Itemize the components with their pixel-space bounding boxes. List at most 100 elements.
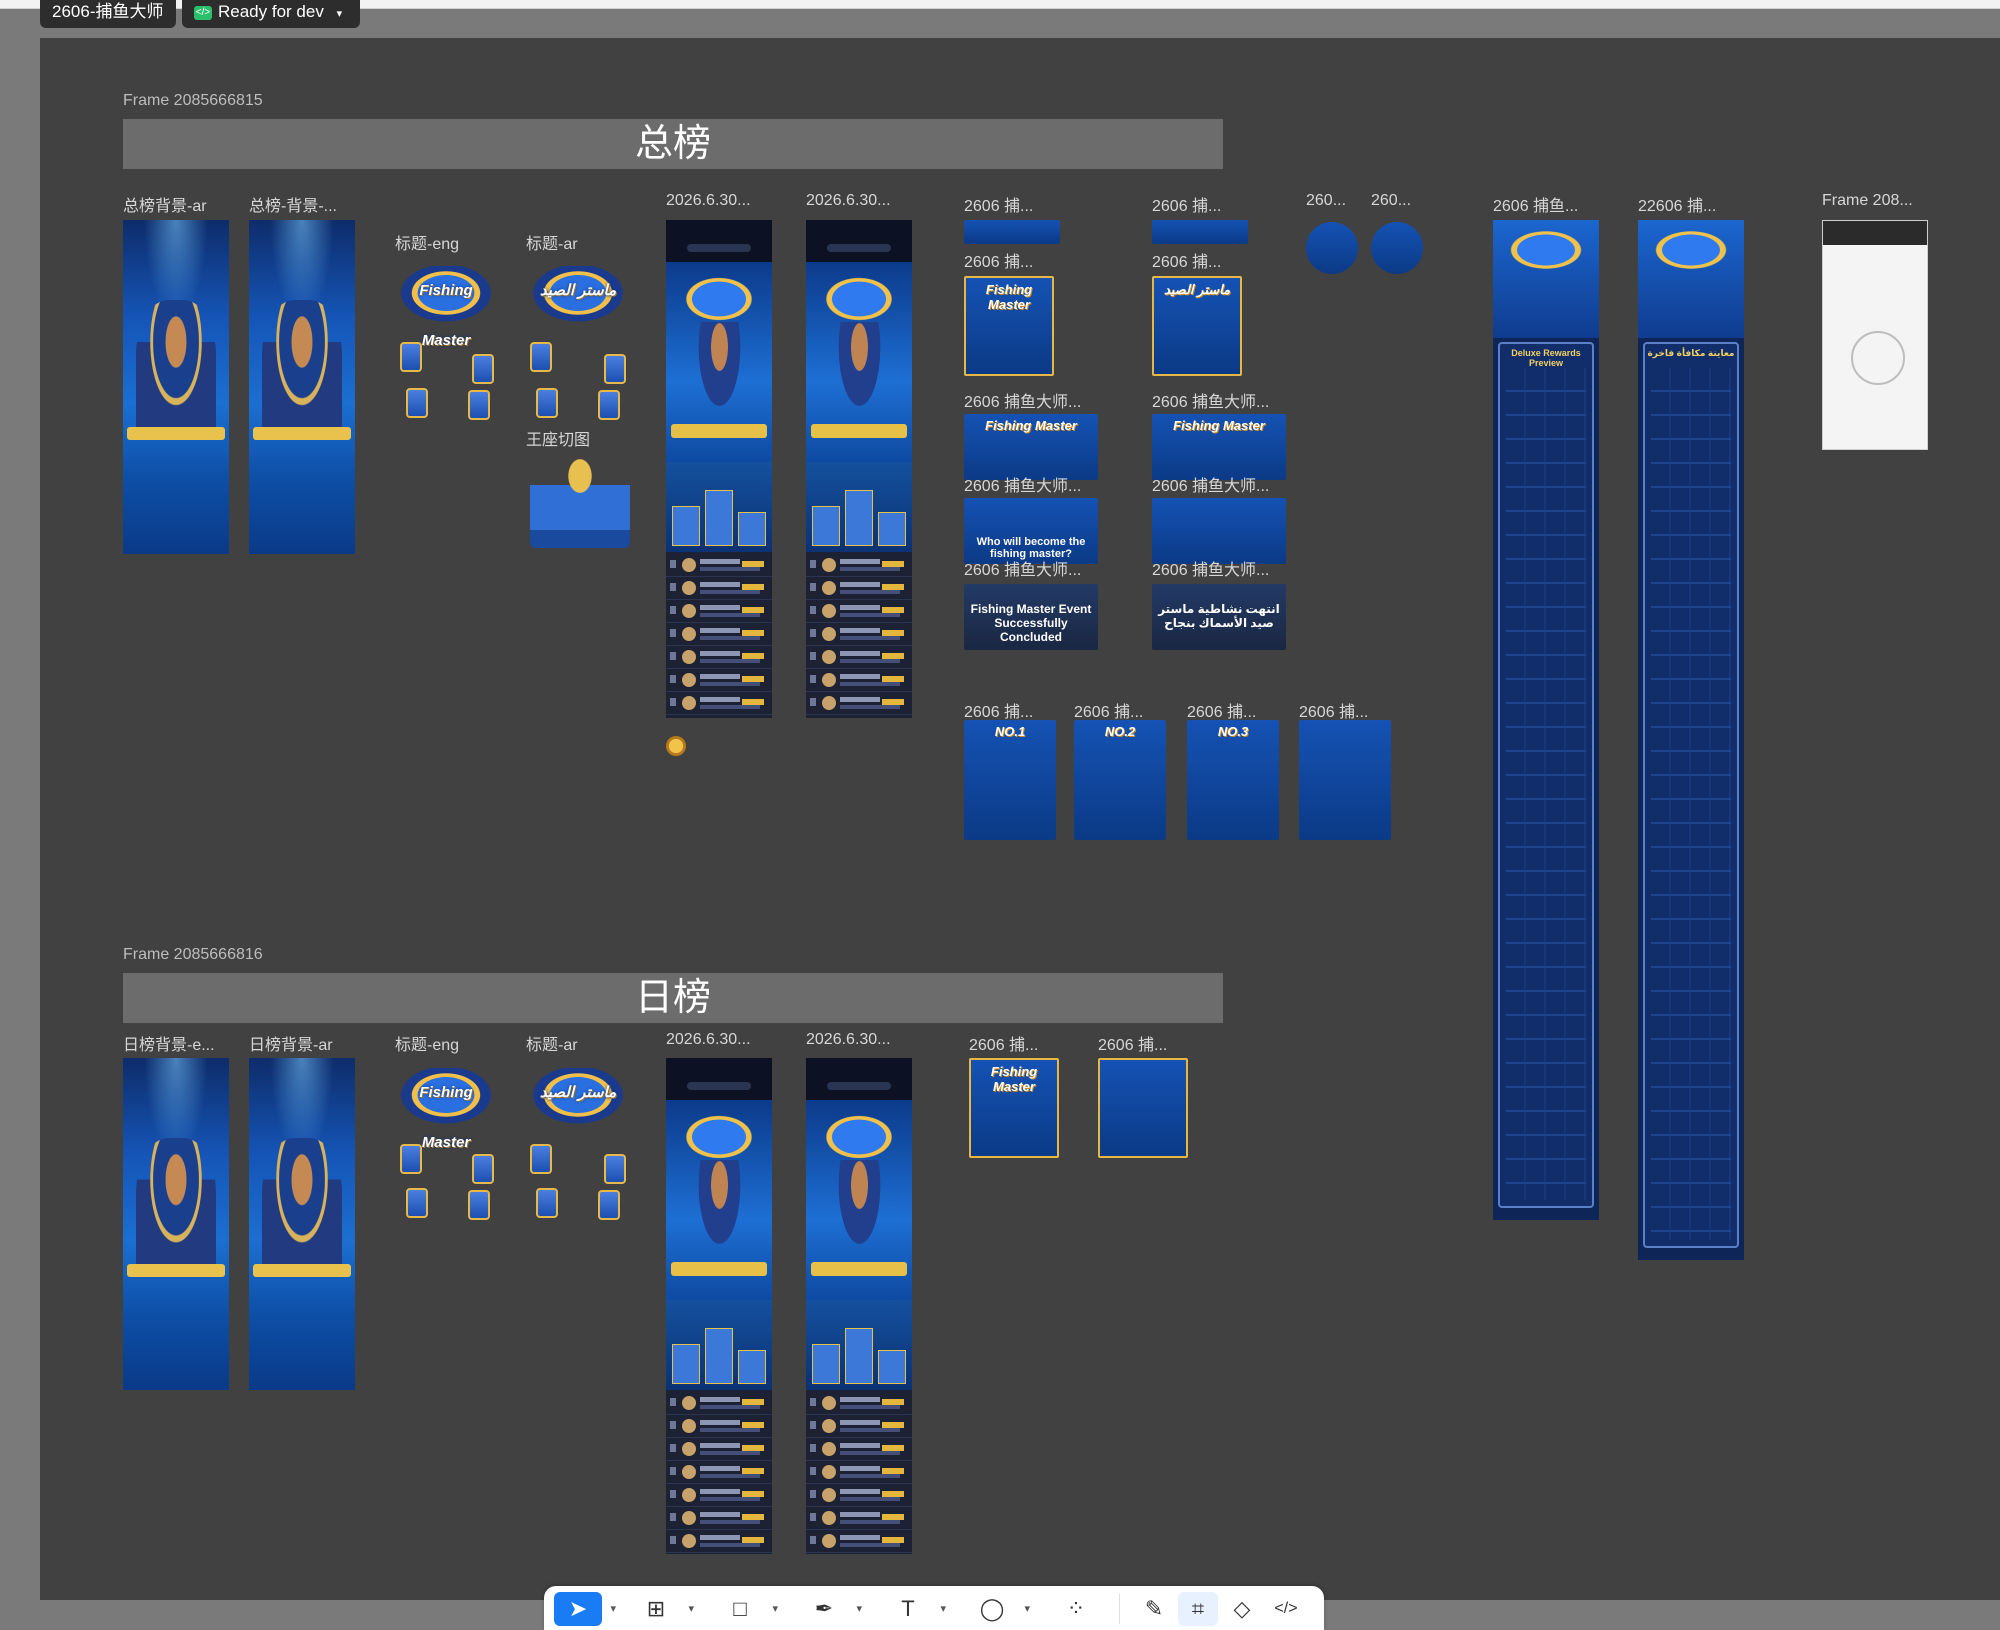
title-art-eng[interactable]: Fishing Master [394,266,498,349]
frame-label[interactable]: Frame 2085666816 [123,946,263,964]
phone-mockup[interactable] [806,1058,912,1554]
layer-label[interactable]: 总榜背景-ar [123,192,233,216]
layer-label[interactable]: 22606 捕... [1638,192,1738,216]
layer-label[interactable]: 2606 捕... [969,1031,1065,1055]
teaser-art[interactable]: Who will become the fishing master? [964,498,1098,564]
reward-card[interactable] [472,354,494,384]
layer-label[interactable]: 2606 捕... [1187,698,1283,722]
title-art-eng[interactable]: Fishing Master [394,1068,498,1151]
concluded-art[interactable]: انتهت نشاطية ماستر صيد الأسماك بنجاح [1152,584,1286,650]
layer-label[interactable]: 2606 捕... [1152,192,1242,216]
reward-card[interactable] [400,1144,422,1174]
layer-label[interactable]: 2026.6.30... [666,192,766,210]
reward-card[interactable] [604,1154,626,1184]
chevron-down-icon[interactable]: ▾ [1024,1592,1030,1626]
layer-label[interactable]: 2606 捕鱼大师... [964,556,1104,580]
reward-card[interactable] [400,342,422,372]
reward-card[interactable] [598,390,620,420]
avatar-art[interactable] [1306,222,1358,274]
layer-label[interactable]: 2026.6.30... [666,1031,766,1049]
title-art-ar[interactable]: ماستر الصيد [526,1068,630,1128]
teaser-art[interactable] [1152,498,1286,564]
layer-label[interactable]: 2606 捕... [1098,1031,1194,1055]
layer-label[interactable]: 标题-ar [526,1031,578,1055]
frame-label[interactable]: Frame 2085666815 [123,92,263,110]
layer-label[interactable]: 日榜背景-ar [249,1031,359,1055]
layer-label[interactable]: 2606 捕... [964,248,1054,272]
dev-mode[interactable]: </> [1266,1592,1306,1626]
layer-label[interactable]: Frame 208... [1822,192,1932,210]
rewards-page-ar[interactable]: معاينة مكافأة فاخرة [1638,220,1744,1260]
phone-mockup[interactable] [806,220,912,718]
text-tool[interactable]: T ▾ [884,1592,946,1626]
layer-label[interactable]: 2606 捕鱼大师... [1152,472,1292,496]
design-mode[interactable]: ⌗ [1178,1592,1218,1626]
phone-mockup[interactable] [666,1058,772,1554]
background-art[interactable] [123,220,229,554]
popup-art[interactable] [1098,1058,1188,1158]
throne-slice[interactable] [530,458,630,548]
phone-mockup[interactable] [666,220,772,718]
section-banner[interactable]: 日榜 [123,973,1223,1023]
banner-art[interactable]: Fishing Master [1152,414,1286,480]
layer-label[interactable]: 2606 捕鱼大师... [1152,388,1292,412]
reward-card[interactable] [536,388,558,418]
popup-art[interactable]: Fishing Master [964,276,1054,376]
chevron-down-icon[interactable]: ▾ [688,1592,694,1626]
layer-label[interactable]: 标题-eng [395,1031,459,1055]
layer-label[interactable]: 2606 捕... [1074,698,1170,722]
chevron-down-icon[interactable]: ▾ [856,1592,862,1626]
reward-card[interactable] [406,1188,428,1218]
popup-art[interactable]: Fishing Master [969,1058,1059,1158]
prototype-mode[interactable]: ◇ [1222,1592,1262,1626]
layer-label[interactable]: 王座切图 [526,426,590,450]
layer-label[interactable]: 2606 捕... [964,698,1060,722]
reward-card[interactable] [472,1154,494,1184]
frame-tool[interactable]: ⊞ ▾ [632,1592,694,1626]
layer-label[interactable]: 日榜背景-e... [123,1031,233,1055]
status-chip[interactable]: </> Ready for dev ▾ [182,0,360,28]
coin-icon[interactable] [666,736,686,756]
reward-card[interactable] [530,342,552,372]
title-art-ar[interactable]: ماستر الصيد [526,266,630,326]
shape-tool[interactable]: □ ▾ [716,1592,778,1626]
strip-banner[interactable] [1152,220,1248,244]
file-name-chip[interactable]: 2606-捕鱼大师 [40,0,176,28]
rank-card[interactable]: NO.3 [1187,720,1279,840]
layer-label[interactable]: 2606 捕鱼... [1493,192,1593,216]
layer-label[interactable]: 2606 捕鱼大师... [964,472,1104,496]
device-mockup[interactable] [1822,220,1928,450]
chevron-down-icon[interactable]: ▾ [610,1592,616,1626]
layer-label[interactable]: 2606 捕... [964,192,1054,216]
chevron-down-icon[interactable]: ▾ [940,1592,946,1626]
layer-label[interactable]: 标题-ar [526,230,578,254]
rank-card[interactable]: NO.2 [1074,720,1166,840]
reward-card[interactable] [530,1144,552,1174]
layer-label[interactable]: 总榜-背景-... [249,192,359,216]
comment-tool[interactable]: ◯ ▾ [968,1592,1030,1626]
move-tool[interactable]: ➤ ▾ [554,1592,616,1626]
layer-label[interactable]: 2606 捕... [1299,698,1395,722]
reward-card[interactable] [406,388,428,418]
popup-art[interactable]: ماستر الصيد [1152,276,1242,376]
layer-label[interactable]: 2606 捕鱼大师... [964,388,1104,412]
layer-label[interactable]: 2606 捕鱼大师... [1152,556,1292,580]
reward-card[interactable] [536,1188,558,1218]
section-banner[interactable]: 总榜 [123,119,1223,169]
actions-tool[interactable]: ⁘ [1052,1592,1100,1626]
concluded-art[interactable]: Fishing Master Event Successfully Conclu… [964,584,1098,650]
pen-tool[interactable]: ✒ ▾ [800,1592,862,1626]
banner-art[interactable]: Fishing Master [964,414,1098,480]
rank-card[interactable]: NO.1 [964,720,1056,840]
layer-label[interactable]: 标题-eng [395,230,459,254]
background-art[interactable] [249,1058,355,1390]
design-canvas[interactable]: Frame 2085666815 总榜 总榜背景-ar 总榜-背景-... 标题… [40,38,2000,1600]
layer-label[interactable]: 2026.6.30... [806,1031,906,1049]
reward-card[interactable] [468,390,490,420]
background-art[interactable] [123,1058,229,1390]
reward-card[interactable] [604,354,626,384]
rank-card[interactable] [1299,720,1391,840]
layer-label[interactable]: 2026.6.30... [806,192,906,210]
layer-label[interactable]: 2606 捕... [1152,248,1242,272]
rewards-page-eng[interactable]: Deluxe Rewards Preview [1493,220,1599,1220]
